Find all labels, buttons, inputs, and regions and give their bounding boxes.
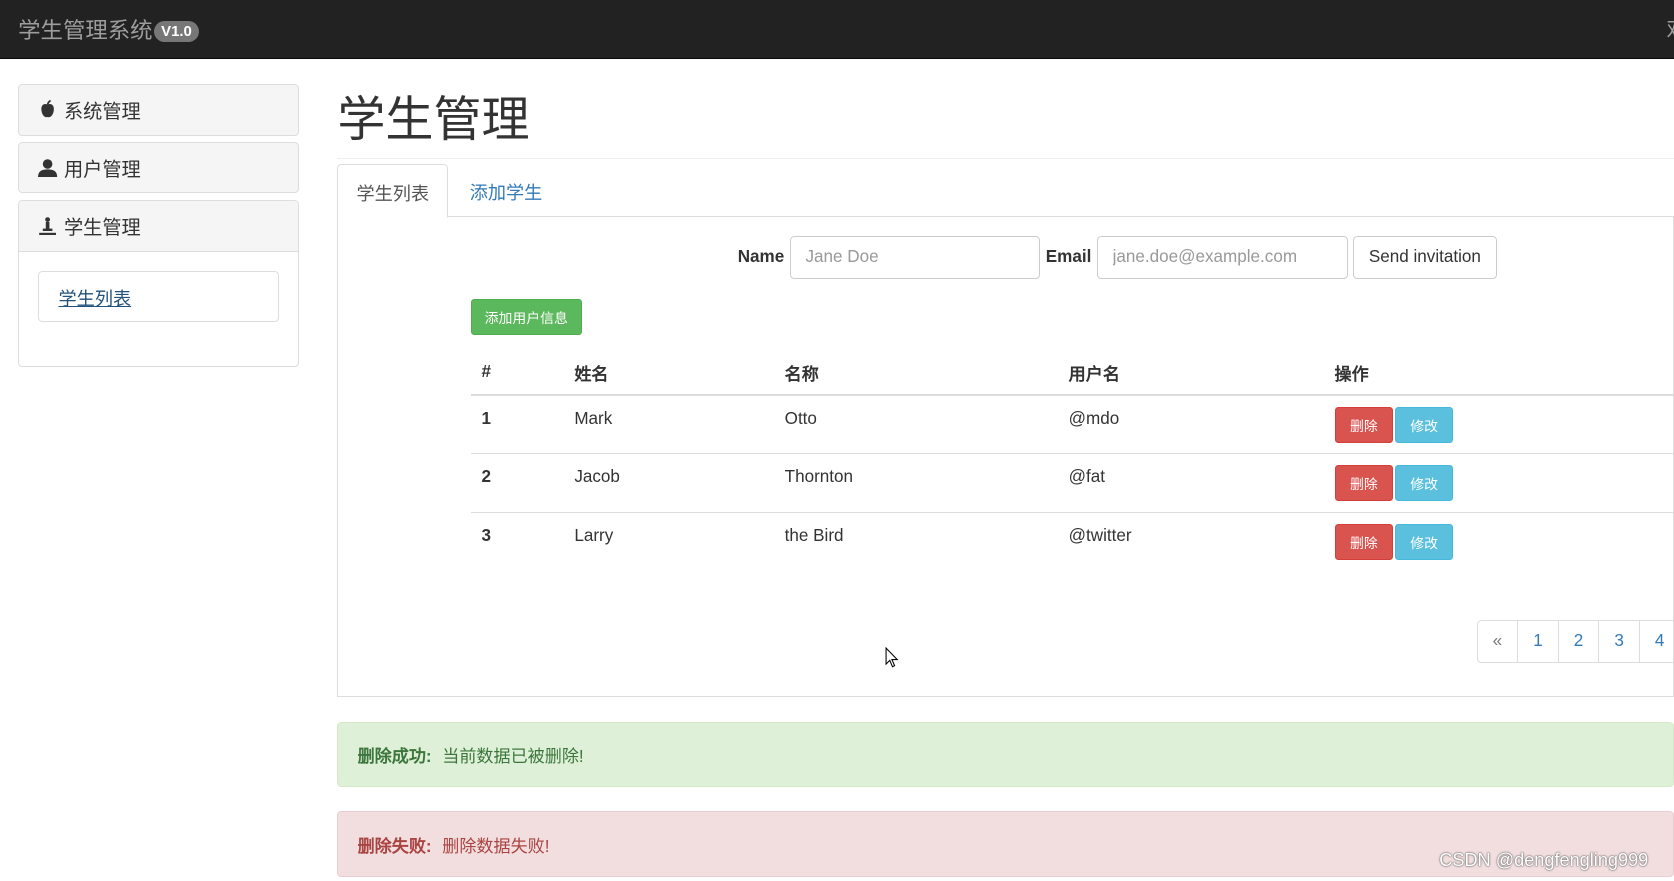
cell-last-name: Thornton — [773, 453, 1058, 513]
col-header-name: 姓名 — [563, 350, 774, 397]
cell-username: @twitter — [1057, 511, 1324, 572]
divider — [337, 158, 1674, 159]
apple-icon — [41, 100, 55, 118]
student-table: # 姓名 名称 用户名 操作 1 Mark Otto @mdo 删除 修改 2 Ja… — [470, 350, 1674, 572]
page-4[interactable]: 4 — [1638, 620, 1674, 664]
email-label: Email — [1045, 247, 1092, 267]
name-input[interactable] — [789, 235, 1041, 279]
version-badge: V1.0 — [153, 20, 200, 42]
edit-button[interactable]: 修改 — [1395, 523, 1453, 560]
user-icon — [38, 159, 58, 178]
cell-first-name: Mark — [563, 394, 774, 454]
alert-message: 删除数据失败! — [442, 836, 550, 856]
sidebar: 系统管理 用户管理 学生管理 学生列表 — [18, 84, 299, 368]
tabs: 学生列表 添加学生 — [337, 164, 1674, 218]
brand[interactable]: 学生管理系统 V1.0 — [18, 13, 200, 45]
success-alert: 删除成功: 当前数据已被删除! — [337, 721, 1674, 787]
alert-message: 当前数据已被删除! — [442, 746, 584, 766]
sub-item-student-list: 学生列表 — [38, 271, 279, 323]
alert-title: 删除失败: — [357, 836, 432, 856]
pagination: « 1 2 3 4 — [1476, 620, 1674, 664]
cell-id: 3 — [470, 511, 564, 572]
navbar: 学生管理系统V1.0 欢 — [0, 0, 1674, 59]
sidebar-item-system[interactable]: 系统管理 — [18, 84, 299, 136]
cell-id: 2 — [470, 453, 564, 513]
invite-form: Name Email Send invitation — [737, 235, 1497, 279]
sidebar-item-users[interactable]: 用户管理 — [18, 141, 299, 194]
tab-student-list[interactable]: 学生列表 — [337, 164, 449, 218]
watermark: CSDN @dengfengling999 — [1439, 849, 1649, 870]
col-header-id: # — [470, 350, 564, 397]
add-user-button[interactable]: 添加用户信息 — [470, 298, 582, 336]
cell-actions: 删除 修改 — [1323, 511, 1674, 572]
email-input[interactable] — [1096, 235, 1348, 279]
col-header-username: 用户名 — [1057, 350, 1324, 397]
student-list-link[interactable]: 学生列表 — [59, 289, 132, 309]
sidebar-item-students[interactable]: 学生管理 — [19, 200, 298, 252]
cell-actions: 删除 修改 — [1323, 453, 1674, 513]
cell-id: 1 — [470, 394, 564, 454]
table-row: 1 Mark Otto @mdo 删除 修改 — [470, 394, 1674, 454]
pawn-icon — [39, 217, 57, 236]
send-invitation-button[interactable]: Send invitation — [1352, 235, 1497, 279]
delete-button[interactable]: 删除 — [1334, 406, 1394, 443]
delete-button[interactable]: 删除 — [1334, 523, 1394, 560]
col-header-title: 名称 — [773, 350, 1058, 397]
page-1[interactable]: 1 — [1517, 620, 1559, 664]
page-3[interactable]: 3 — [1598, 620, 1640, 664]
brand-title: 学生管理系统 — [18, 17, 153, 43]
mouse-cursor-icon — [885, 647, 899, 668]
cell-last-name: the Bird — [773, 511, 1058, 572]
page-2[interactable]: 2 — [1557, 620, 1600, 664]
sidebar-item-label: 系统管理 — [63, 101, 141, 123]
sidebar-item-label: 用户管理 — [63, 159, 141, 181]
cell-first-name: Larry — [563, 511, 774, 572]
name-label: Name — [737, 247, 785, 267]
tab-add-student[interactable]: 添加学生 — [452, 164, 561, 217]
table-row: 2 Jacob Thornton @fat 删除 修改 — [470, 453, 1674, 513]
navbar-right-text[interactable]: 欢 — [1667, 13, 1674, 44]
cell-first-name: Jacob — [563, 453, 774, 513]
edit-button[interactable]: 修改 — [1395, 406, 1453, 443]
col-header-actions: 操作 — [1323, 350, 1674, 397]
alert-title: 删除成功: — [357, 746, 432, 766]
delete-button[interactable]: 删除 — [1334, 464, 1394, 502]
sidebar-item-label: 学生管理 — [63, 217, 141, 239]
cell-actions: 删除 修改 — [1323, 394, 1674, 454]
page-title: 学生管理 — [337, 94, 530, 148]
cell-username: @fat — [1057, 453, 1324, 513]
cell-username: @mdo — [1057, 394, 1324, 454]
cell-last-name: Otto — [773, 394, 1058, 454]
table-row: 3 Larry the Bird @twitter 删除 修改 — [470, 511, 1674, 572]
edit-button[interactable]: 修改 — [1395, 464, 1453, 502]
page-prev[interactable]: « — [1476, 620, 1519, 664]
tab-content: Name Email Send invitation 添加用户信息 # 姓名 名… — [337, 216, 1674, 698]
sidebar-panel-students: 学生管理 学生列表 — [18, 199, 299, 368]
